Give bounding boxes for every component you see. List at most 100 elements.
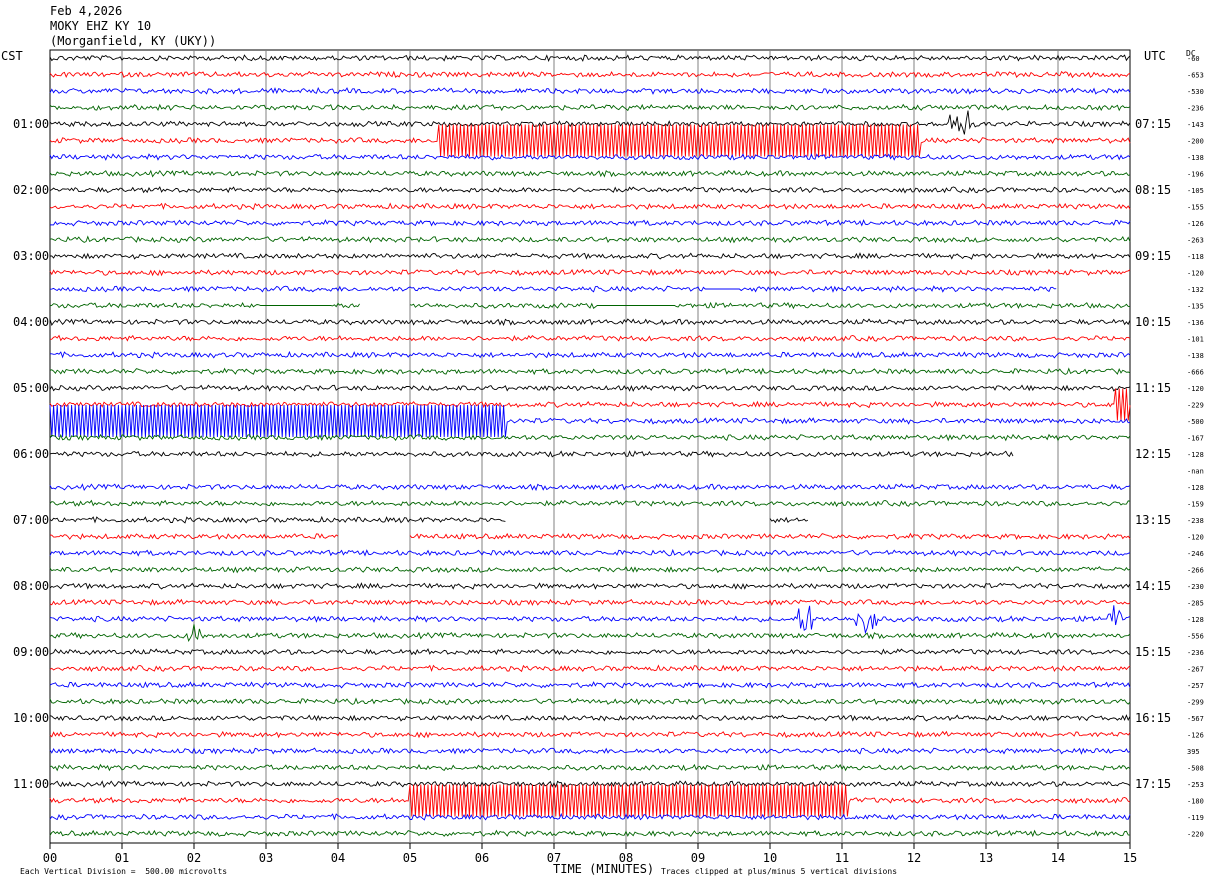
trace-row xyxy=(49,681,1131,689)
trace-row xyxy=(49,566,1131,574)
trace-row xyxy=(49,697,1131,706)
row-offset-label: -567 xyxy=(1187,715,1204,723)
cst-hour-label: 02:00 xyxy=(13,183,49,197)
trace-row xyxy=(49,747,1131,755)
utc-hour-label: 10:15 xyxy=(1135,315,1171,329)
row-offset-label: -230 xyxy=(1187,583,1204,591)
trace-row xyxy=(49,86,1131,95)
trace-row xyxy=(49,548,1131,557)
row-offset-label: -653 xyxy=(1187,72,1204,80)
row-offset-label: -136 xyxy=(1187,319,1204,327)
cst-hour-label: 11:00 xyxy=(13,777,49,791)
row-offset-label: -155 xyxy=(1187,204,1204,212)
trace-row xyxy=(49,829,1131,838)
cst-hour-label: 04:00 xyxy=(13,315,49,329)
row-offset-label: -196 xyxy=(1187,171,1204,179)
x-tick-label: 12 xyxy=(907,851,921,865)
row-offset-label: -530 xyxy=(1187,88,1204,96)
row-offset-label: -128 xyxy=(1187,451,1204,459)
utc-hour-label: 17:15 xyxy=(1135,777,1171,791)
row-offset-label: -138 xyxy=(1187,352,1204,360)
trace-row xyxy=(49,367,1131,376)
seismogram-chart: 00 01 02 03 04 05 06 07 08 09 10 11 12 13 14 15 01:00 07:… xyxy=(13,49,1204,865)
cst-hour-label: 10:00 xyxy=(13,711,49,725)
row-offset-label: -263 xyxy=(1187,237,1204,245)
x-tick-label: 10 xyxy=(763,851,777,865)
plot-frame xyxy=(49,49,1131,844)
trace-row xyxy=(49,499,1131,508)
x-tick-label: 03 xyxy=(259,851,273,865)
trace-row xyxy=(49,186,1131,194)
row-offset-label: -267 xyxy=(1187,666,1204,674)
row-offset-label: -238 xyxy=(1187,517,1204,525)
x-tick-label: 00 xyxy=(43,851,57,865)
row-offset-label: -236 xyxy=(1187,649,1204,657)
cst-hour-label: 07:00 xyxy=(13,513,49,527)
trace-row xyxy=(50,451,1130,457)
trace-row xyxy=(49,404,1131,438)
trace-row xyxy=(49,70,1131,79)
trace-row xyxy=(49,784,1131,817)
row-offset-label: -167 xyxy=(1187,435,1204,443)
cst-hour-label: 05:00 xyxy=(13,381,49,395)
row-offset-label: -500 xyxy=(1187,418,1204,426)
utc-hour-label: 11:15 xyxy=(1135,381,1171,395)
row-offset-label: -299 xyxy=(1187,699,1204,707)
trace-row xyxy=(49,268,1131,277)
cst-hour-label: 01:00 xyxy=(13,117,49,131)
trace-row xyxy=(49,103,1131,112)
x-tick-label: 05 xyxy=(403,851,417,865)
utc-hour-label: 08:15 xyxy=(1135,183,1171,197)
x-tick-label: 14 xyxy=(1051,851,1065,865)
trace-row xyxy=(49,598,1131,607)
trace-row xyxy=(49,624,1131,643)
x-tick-label: 08 xyxy=(619,851,633,865)
trace-row xyxy=(49,433,1131,442)
utc-hour-label: 12:15 xyxy=(1135,447,1171,461)
row-offset-label: 395 xyxy=(1187,748,1200,756)
x-tick-label: 04 xyxy=(331,851,345,865)
x-tick-label: 15 xyxy=(1123,851,1137,865)
trace-row xyxy=(50,350,1131,359)
trace-row xyxy=(49,763,1131,772)
row-offset-label: -126 xyxy=(1187,220,1204,228)
trace-row xyxy=(49,318,1131,327)
trace-row xyxy=(49,54,1131,63)
trace-row xyxy=(49,664,1131,673)
trace-row xyxy=(49,730,1131,739)
cst-hour-label: 08:00 xyxy=(13,579,49,593)
row-offset-label: -159 xyxy=(1187,501,1204,509)
x-tick-label: 02 xyxy=(187,851,201,865)
trace-row xyxy=(49,532,1131,541)
row-offset-label: -229 xyxy=(1187,402,1204,410)
row-offset-label: -118 xyxy=(1187,253,1204,261)
trace-row xyxy=(50,286,1130,292)
utc-hour-label: 14:15 xyxy=(1135,579,1171,593)
trace-row xyxy=(49,124,1131,157)
cst-hour-label: 03:00 xyxy=(13,249,49,263)
trace-row xyxy=(50,252,1131,260)
x-tick-label: 06 xyxy=(475,851,489,865)
trace-row xyxy=(49,334,1131,343)
cst-hour-label: 09:00 xyxy=(13,645,49,659)
row-offset-label: -60 xyxy=(1187,55,1200,63)
row-offset-label: -128 xyxy=(1187,484,1204,492)
row-offset-label: -253 xyxy=(1187,781,1204,789)
x-tick-label: 01 xyxy=(115,851,129,865)
trace-row xyxy=(49,301,1130,310)
trace-row xyxy=(49,384,1131,392)
utc-hour-label: 15:15 xyxy=(1135,645,1171,659)
row-offset-label: -143 xyxy=(1187,121,1204,129)
row-offset-label: -nan xyxy=(1187,468,1204,476)
row-offset-label: -101 xyxy=(1187,336,1204,344)
row-offset-label: -128 xyxy=(1187,616,1204,624)
trace-row xyxy=(49,648,1131,656)
row-offset-label: -236 xyxy=(1187,105,1204,113)
x-tick-label: 07 xyxy=(547,851,561,865)
trace-row xyxy=(49,219,1131,227)
cst-hour-label: 06:00 xyxy=(13,447,49,461)
trace-row xyxy=(50,517,1130,523)
x-tick-label: 13 xyxy=(979,851,993,865)
row-offset-label: -508 xyxy=(1187,765,1204,773)
row-offset-label: -126 xyxy=(1187,732,1204,740)
